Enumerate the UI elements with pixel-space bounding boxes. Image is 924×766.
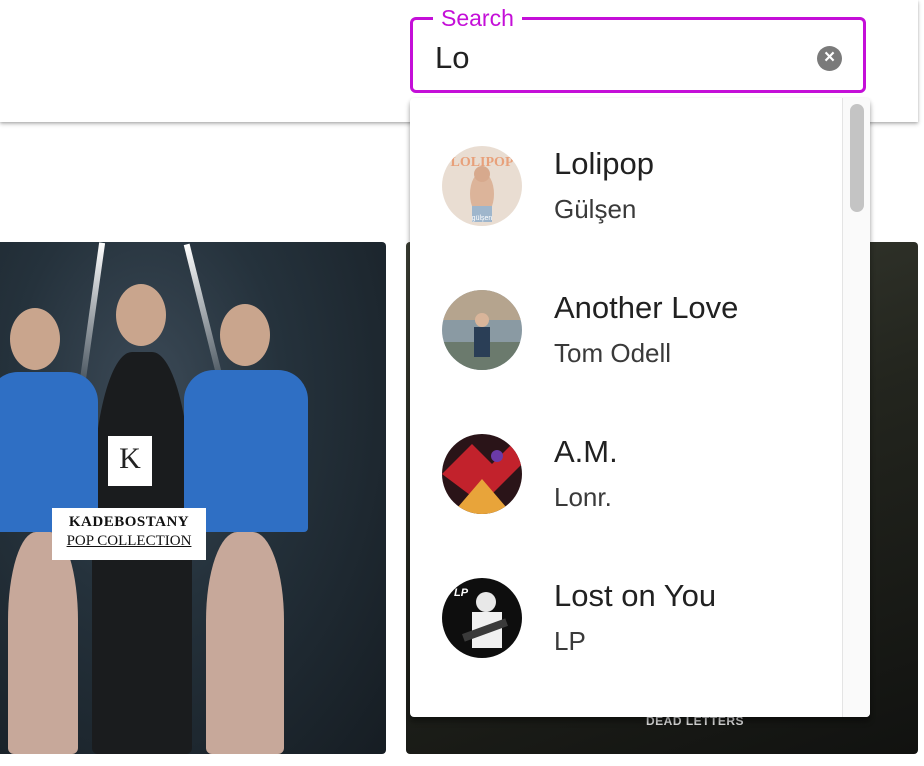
result-title: Lolipop (554, 146, 654, 181)
result-artist: Tom Odell (554, 338, 672, 368)
figure-head (116, 284, 166, 346)
autocomplete-dropdown: LOLIPOP gülşen Lolipop Gülşen Another Lo… (410, 98, 870, 717)
clear-icon[interactable]: × (817, 46, 842, 71)
svg-text:gülşen: gülşen (472, 215, 493, 222)
result-item[interactable]: LP Lost on You LP (410, 530, 840, 674)
figure-legs (8, 532, 78, 754)
result-title: Lost on You (554, 578, 717, 613)
figure-head (10, 308, 60, 370)
scrollbar[interactable] (842, 98, 870, 717)
svg-text:LP: LP (454, 587, 469, 599)
album-label-line1: KADEBOSTANY (68, 514, 190, 530)
album-art-thumbnail (442, 290, 522, 370)
search-value[interactable]: Lo (435, 40, 469, 76)
album-art-thumbnail: LOLIPOP gülşen (442, 146, 522, 226)
kadebostany-logo: K (108, 436, 152, 486)
figure-legs (206, 532, 284, 754)
result-artist: Gülşen (554, 194, 637, 224)
result-title: Another Love (554, 290, 739, 325)
album-label-line2: POP COLLECTION (66, 533, 192, 549)
figure-head (220, 304, 270, 366)
album-card-kadebostany[interactable]: K KADEBOSTANY POP COLLECTION (0, 242, 386, 754)
result-item[interactable]: A.M. Lonr. (410, 386, 840, 530)
result-artist: Lonr. (554, 482, 612, 512)
result-item[interactable]: LOLIPOP gülşen Lolipop Gülşen (410, 98, 840, 242)
album-art-thumbnail (442, 434, 522, 514)
album-art-thumbnail: LP (442, 578, 522, 658)
result-title: A.M. (554, 434, 618, 469)
result-item[interactable]: Another Love Tom Odell (410, 242, 840, 386)
result-artist: LP (554, 626, 586, 656)
search-input[interactable]: Search Lo × (410, 4, 866, 93)
search-label: Search (433, 4, 522, 32)
scrollbar-thumb[interactable] (850, 104, 864, 212)
album-label: KADEBOSTANY POP COLLECTION (52, 508, 206, 560)
